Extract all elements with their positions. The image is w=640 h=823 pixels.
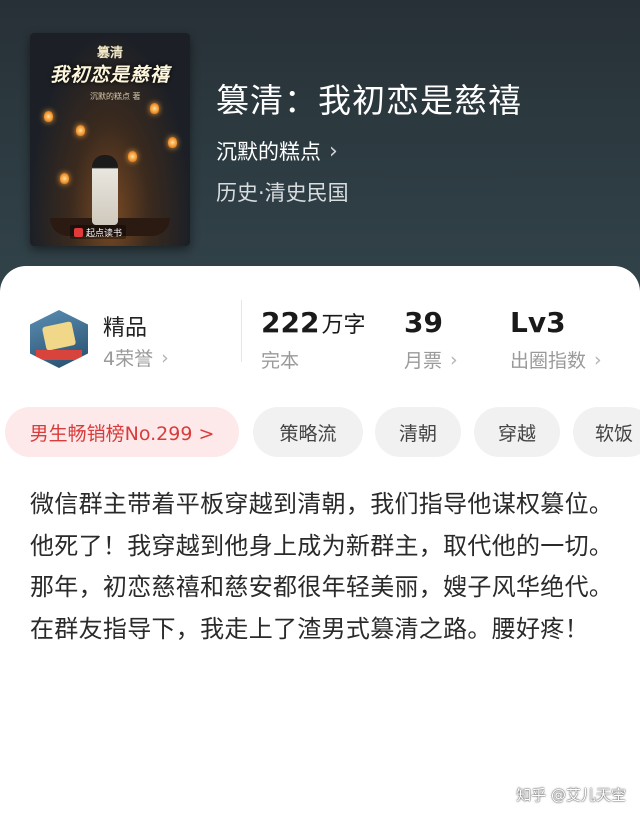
tag-row: 男生畅销榜No.299 > 策略流 清朝 穿越 软饭 [5, 407, 640, 457]
popularity-level-value: Lv3 [510, 306, 566, 339]
cover-title: 我初恋是慈禧 [49, 64, 170, 86]
lantern-icon [44, 111, 53, 122]
figure-illustration [92, 155, 118, 225]
lantern-icon [168, 137, 177, 148]
book-header: 篡清 我初恋是慈禧 沉默的糕点 著 起点读书 篡清：我初恋是慈禧 沉默的糕点 ›… [0, 0, 640, 300]
cover-small-title: 篡清 [96, 46, 123, 61]
popularity-index-link[interactable]: 出圈指数 › [510, 346, 602, 373]
quality-badge-icon[interactable] [30, 310, 88, 368]
publisher-logo: 起点读书 [70, 225, 127, 239]
publisher-logo-icon [74, 227, 83, 237]
tag-qing-dynasty[interactable]: 清朝 [375, 407, 461, 457]
stats-row: 精品 4荣誉 › 222万字 完本 39 月票 › Lv3 出圈指数 › [0, 266, 640, 396]
tag-soft-rice[interactable]: 软饭 [573, 407, 640, 457]
description-line: 在群友指导下，我走上了渣男式篡清之路。腰好疼！ [30, 614, 589, 643]
lantern-icon [150, 103, 159, 114]
watermark: 知乎 @艾儿天空 [516, 786, 626, 804]
honors-link[interactable]: 4荣誉 › [103, 344, 169, 371]
monthly-tickets-value: 39 [404, 306, 443, 339]
description-line: 那年，初恋慈禧和慈安都很年轻美丽，嫂子风华绝代。 [30, 573, 614, 601]
lantern-icon [60, 173, 69, 184]
description-line: 微信群主带着平板穿越到清朝，我们指导他谋权篡位。 [30, 490, 614, 518]
book-cover[interactable]: 篡清 我初恋是慈禧 沉默的糕点 著 起点读书 [30, 33, 190, 246]
cover-author: 沉默的糕点 著 [90, 92, 141, 101]
completion-status: 完本 [261, 346, 299, 373]
tag-strategy[interactable]: 策略流 [253, 407, 363, 457]
book-description: 微信群主带着平板穿越到清朝，我们指导他谋权篡位。 他死了！我穿越到他身上成为新群… [30, 484, 615, 650]
book-info-card: 精品 4荣誉 › 222万字 完本 39 月票 › Lv3 出圈指数 › 男生畅… [0, 266, 640, 823]
chevron-right-icon: › [329, 138, 338, 164]
word-count: 222万字 [261, 306, 365, 339]
stats-divider [241, 300, 242, 362]
description-line: 他死了！我穿越到他身上成为新群主，取代他的一切。 [30, 531, 614, 560]
monthly-tickets-link[interactable]: 月票 › [404, 346, 458, 373]
quality-label: 精品 [103, 316, 148, 341]
book-genre: 历史·清史民国 [216, 181, 349, 205]
author-link[interactable]: 沉默的糕点 › [216, 136, 338, 166]
chevron-right-icon: › [594, 348, 602, 371]
lantern-icon [128, 151, 137, 162]
tag-time-travel[interactable]: 穿越 [474, 407, 560, 457]
lantern-icon [76, 125, 85, 136]
word-count-unit: 万字 [321, 313, 366, 338]
author-name: 沉默的糕点 [216, 140, 321, 164]
publisher-name: 起点读书 [86, 228, 123, 239]
completion-status-text: 完本 [261, 350, 300, 372]
popularity-index-label: 出圈指数 [510, 350, 587, 372]
word-count-value: 222 [261, 306, 320, 339]
honors-count: 4荣誉 [103, 348, 154, 370]
rank-tag[interactable]: 男生畅销榜No.299 > [5, 407, 239, 457]
monthly-tickets-label: 月票 [404, 350, 443, 372]
chevron-right-icon: › [161, 346, 169, 369]
book-title: 篡清：我初恋是慈禧 [216, 81, 522, 120]
chevron-right-icon: › [450, 348, 458, 371]
